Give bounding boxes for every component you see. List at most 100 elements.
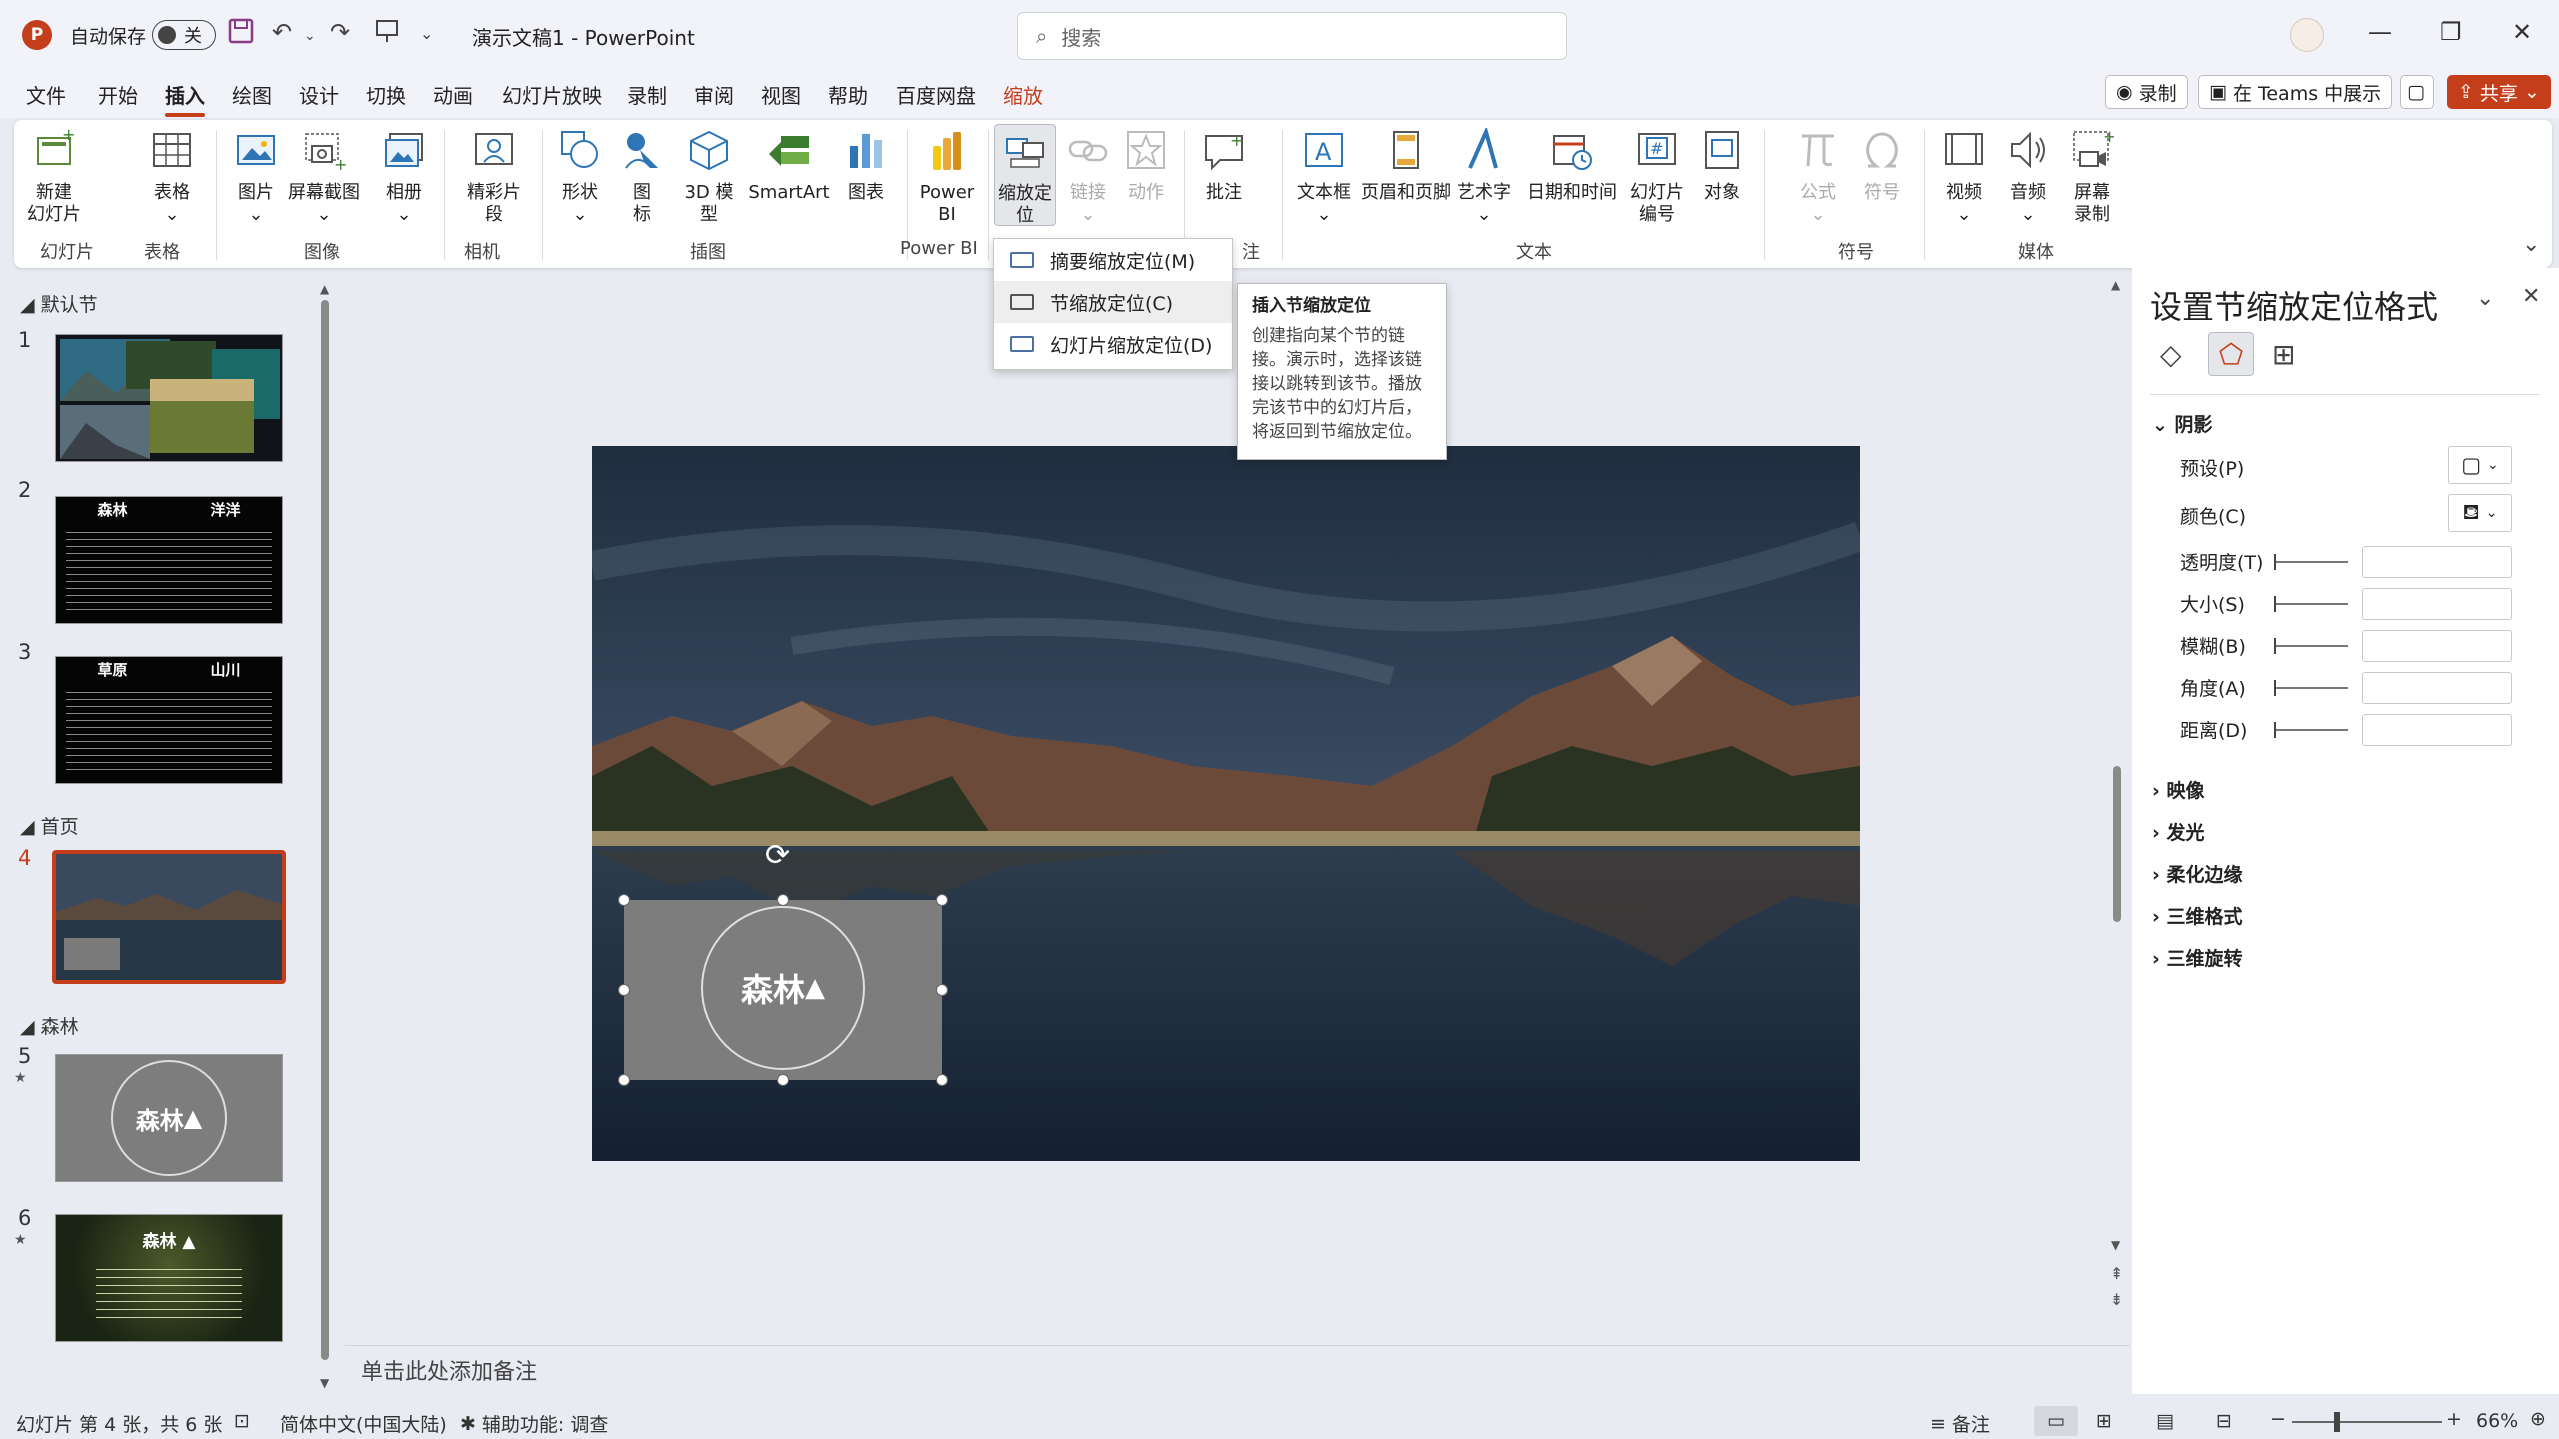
autosave-toggle[interactable]: 关 [152, 20, 216, 50]
zoom-slider-thumb[interactable] [2334, 1412, 2340, 1432]
angle-spinner[interactable] [2362, 672, 2512, 704]
scroll-up-icon[interactable]: ▲ [320, 282, 329, 296]
tab-zoom[interactable]: 缩放 [1003, 80, 1043, 109]
tab-home[interactable]: 开始 [98, 80, 138, 109]
tab-help[interactable]: 帮助 [828, 80, 868, 109]
transparency-spinner[interactable] [2362, 546, 2512, 578]
section-header[interactable]: ◢ 默认节 [20, 290, 98, 317]
icons-button[interactable]: 图 标 [614, 128, 670, 226]
resize-handle[interactable] [777, 1074, 789, 1086]
distance-spinner[interactable] [2362, 714, 2512, 746]
fill-line-icon[interactable]: ◇ [2160, 338, 2182, 371]
menu-item-section-zoom[interactable]: 节缩放定位(C) [994, 281, 1232, 323]
link-button[interactable]: 链接 ⌄ [1060, 128, 1116, 226]
share-button[interactable]: ⇪ 共享 ⌄ [2447, 75, 2551, 109]
spellcheck-icon[interactable]: ⊡ [234, 1410, 250, 1432]
undo-icon[interactable]: ↶ [272, 18, 292, 46]
wordart-button[interactable]: 艺术字 ⌄ [1454, 126, 1514, 226]
scroll-thumb[interactable] [2113, 766, 2121, 922]
tab-review[interactable]: 审阅 [694, 80, 734, 109]
tab-file[interactable]: 文件 [26, 80, 66, 109]
zoom-percentage[interactable]: 66% [2476, 1410, 2518, 1432]
notes-toggle[interactable]: ≡ 备注 [1930, 1410, 1990, 1437]
effects-icon[interactable]: ⬠ [2208, 332, 2254, 376]
date-time-button[interactable]: 日期和时间 [1524, 128, 1620, 204]
textbox-button[interactable]: A 文本框 ⌄ [1294, 128, 1354, 226]
pane-options-icon[interactable]: ⌄ [2476, 286, 2494, 311]
equation-button[interactable]: 公式 ⌄ [1790, 128, 1846, 226]
current-slide[interactable]: 森林 ▲ ⟳ [592, 446, 1860, 1161]
scroll-down-icon[interactable]: ▼ [2111, 1238, 2120, 1252]
smartart-button[interactable]: SmartArt [744, 128, 834, 204]
menu-item-slide-zoom[interactable]: 幻灯片缩放定位(D) [994, 323, 1232, 365]
3d-rotation-section-header[interactable]: › 三维旋转 [2152, 944, 2242, 971]
reflection-section-header[interactable]: › 映像 [2152, 776, 2204, 803]
present-in-teams-button[interactable]: ▣ 在 Teams 中展示 [2198, 75, 2393, 109]
resize-handle[interactable] [777, 894, 789, 906]
tab-transitions[interactable]: 切换 [366, 80, 406, 109]
slide-thumbnail-6[interactable]: 森林 ▲ [55, 1214, 283, 1342]
shadow-section-header[interactable]: ⌄ 阴影 [2152, 410, 2213, 437]
scroll-down-icon[interactable]: ▼ [320, 1376, 329, 1390]
thumbnail-scrollbar[interactable]: ▲ ▼ [318, 278, 332, 1394]
section-header[interactable]: ◢ 首页 [20, 812, 79, 839]
menu-item-summary-zoom[interactable]: 摘要缩放定位(M) [994, 239, 1232, 281]
audio-button[interactable]: 音频 ⌄ [2000, 128, 2056, 226]
slide-thumbnail-5[interactable]: 森林 ▲ [55, 1054, 283, 1182]
collapse-ribbon-icon[interactable]: ⌄ [2522, 232, 2540, 257]
size-spinner[interactable] [2362, 588, 2512, 620]
tab-draw[interactable]: 绘图 [232, 80, 272, 109]
record-button[interactable]: ◉ 录制 [2105, 75, 2188, 109]
resize-handle[interactable] [936, 1074, 948, 1086]
present-from-start-icon[interactable] [374, 18, 400, 50]
scroll-up-icon[interactable]: ▲ [2111, 278, 2120, 292]
distance-slider[interactable] [2274, 722, 2348, 738]
tab-view[interactable]: 视图 [761, 80, 801, 109]
resize-handle[interactable] [936, 894, 948, 906]
soft-edges-section-header[interactable]: › 柔化边缘 [2152, 860, 2242, 887]
close-icon[interactable]: ✕ [2512, 18, 2532, 46]
zoom-out-icon[interactable]: − [2270, 1408, 2286, 1430]
rotate-handle-icon[interactable]: ⟳ [765, 838, 790, 873]
transparency-slider[interactable] [2274, 554, 2348, 570]
tab-design[interactable]: 设计 [299, 80, 339, 109]
language-status[interactable]: 简体中文(中国大陆) [280, 1410, 447, 1437]
section-header[interactable]: ◢ 森林 [20, 1012, 79, 1039]
powerbi-button[interactable]: Power BI [912, 128, 982, 226]
tab-animations[interactable]: 动画 [433, 80, 473, 109]
accessibility-status[interactable]: ✱ 辅助功能: 调查 [460, 1410, 608, 1437]
table-button[interactable]: 表格 ⌄ [142, 128, 202, 226]
preset-dropdown[interactable]: ▢ ⌄ [2448, 446, 2512, 484]
resize-handle[interactable] [618, 894, 630, 906]
notes-pane[interactable]: 单击此处添加备注 [345, 1345, 2130, 1400]
action-button[interactable]: 动作 [1118, 128, 1174, 204]
zoom-in-icon[interactable]: + [2446, 1408, 2462, 1430]
size-slider[interactable] [2274, 596, 2348, 612]
slideshow-view-icon[interactable]: ⊟ [2216, 1410, 2232, 1432]
close-pane-icon[interactable]: ✕ [2522, 284, 2540, 309]
3d-format-section-header[interactable]: › 三维格式 [2152, 902, 2242, 929]
editor-scrollbar[interactable]: ▲ ▼ ⇞ ⇟ [2110, 278, 2124, 1318]
next-slide-icon[interactable]: ⇟ [2110, 1290, 2123, 1309]
comments-button[interactable]: ▢ [2400, 75, 2434, 109]
normal-view-icon[interactable]: ▭ [2034, 1406, 2078, 1436]
resize-handle[interactable] [618, 1074, 630, 1086]
user-avatar[interactable] [2290, 18, 2324, 52]
slide-thumbnail-3[interactable]: 草原 山川 [55, 656, 283, 784]
search-box[interactable]: ⌕ 搜索 [1017, 12, 1567, 60]
tab-record[interactable]: 录制 [627, 80, 667, 109]
save-icon[interactable] [228, 18, 254, 50]
reading-view-icon[interactable]: ▤ [2156, 1410, 2174, 1432]
undo-dropdown-icon[interactable]: ⌄ [304, 28, 316, 44]
redo-icon[interactable]: ↷ [330, 18, 350, 46]
maximize-icon[interactable]: ❐ [2440, 18, 2462, 46]
tab-baidu-netdisk[interactable]: 百度网盘 [896, 80, 976, 109]
fit-to-window-icon[interactable]: ⊕ [2530, 1408, 2546, 1430]
zoom-slider[interactable] [2292, 1412, 2442, 1432]
minimize-icon[interactable]: — [2368, 18, 2392, 46]
symbol-button[interactable]: 符号 [1854, 128, 1910, 204]
blur-slider[interactable] [2274, 638, 2348, 654]
previous-slide-icon[interactable]: ⇞ [2110, 1264, 2123, 1283]
size-properties-icon[interactable]: ⊞ [2272, 338, 2295, 371]
chart-button[interactable]: 图表 [834, 128, 898, 204]
